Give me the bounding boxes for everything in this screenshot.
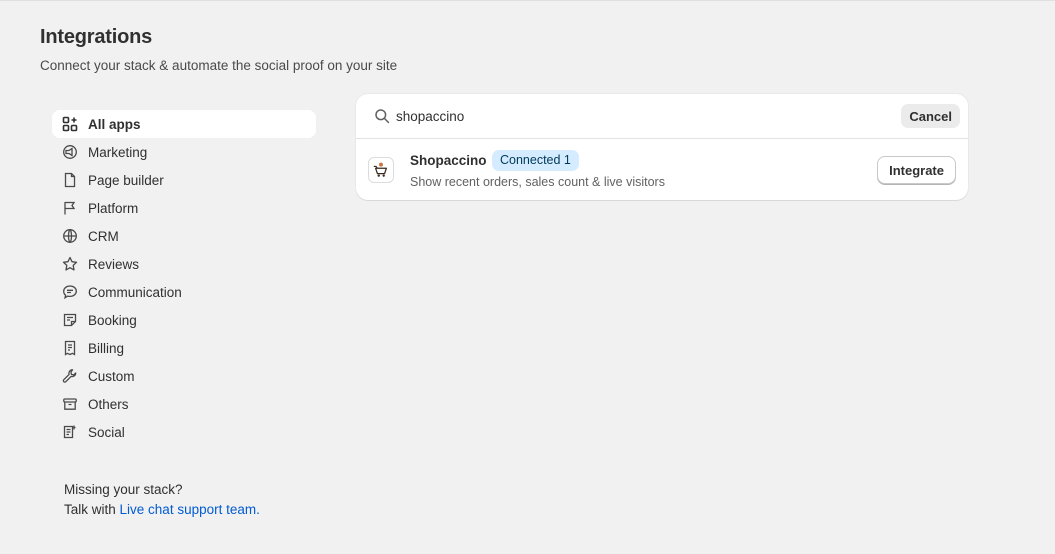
support-prefix: Talk with bbox=[64, 502, 120, 517]
sidebar-item-crm[interactable]: CRM bbox=[52, 222, 316, 250]
star-icon bbox=[62, 256, 78, 272]
sidebar-item-label: CRM bbox=[88, 228, 119, 244]
integrate-button[interactable]: Integrate bbox=[877, 156, 956, 184]
top-divider bbox=[0, 0, 1055, 1]
sidebar-item-page-builder[interactable]: Page builder bbox=[52, 166, 316, 194]
sidebar-item-custom[interactable]: Custom bbox=[52, 362, 316, 390]
sidebar-item-others[interactable]: Others bbox=[52, 390, 316, 418]
social-list-icon bbox=[62, 424, 78, 440]
shopaccino-logo bbox=[368, 157, 394, 183]
sidebar-item-label: Booking bbox=[88, 312, 137, 328]
category-sidebar: All apps Marketing Page builder Platform… bbox=[52, 110, 316, 446]
globe-icon bbox=[62, 228, 78, 244]
sidebar-item-billing[interactable]: Billing bbox=[52, 334, 316, 362]
search-results-panel: Cancel Shopaccino Connected 1 Show recen… bbox=[356, 94, 968, 200]
sidebar-item-label: Communication bbox=[88, 284, 182, 300]
sidebar-item-reviews[interactable]: Reviews bbox=[52, 250, 316, 278]
support-line: Talk with Live chat support team. bbox=[64, 500, 260, 520]
app-description: Show recent orders, sales count & live v… bbox=[410, 175, 665, 189]
page-title: Integrations bbox=[40, 26, 153, 48]
megaphone-icon bbox=[62, 144, 78, 160]
search-input[interactable] bbox=[396, 105, 886, 127]
sidebar-item-label: Platform bbox=[88, 200, 139, 216]
note-icon bbox=[62, 312, 78, 328]
sidebar-item-label: Reviews bbox=[88, 256, 140, 272]
app-name: Shopaccino bbox=[410, 153, 487, 168]
sidebar-item-label: Custom bbox=[88, 368, 135, 384]
sidebar-item-platform[interactable]: Platform bbox=[52, 194, 316, 222]
receipt-icon bbox=[62, 340, 78, 356]
sidebar-item-label: Billing bbox=[88, 340, 125, 356]
package-icon bbox=[62, 396, 78, 412]
search-icon bbox=[374, 108, 390, 124]
search-bar: Cancel bbox=[356, 94, 968, 139]
flag-icon bbox=[62, 200, 78, 216]
page-icon bbox=[62, 172, 78, 188]
wrench-icon bbox=[62, 368, 78, 384]
sidebar-item-marketing[interactable]: Marketing bbox=[52, 138, 316, 166]
missing-stack-note: Missing your stack? Talk with Live chat … bbox=[64, 480, 260, 520]
sidebar-item-communication[interactable]: Communication bbox=[52, 278, 316, 306]
chat-icon bbox=[62, 284, 78, 300]
page-header: Integrations Connect your stack & automa… bbox=[40, 26, 397, 73]
sidebar-item-label: Marketing bbox=[88, 144, 148, 160]
sidebar-item-label: All apps bbox=[88, 116, 141, 132]
sidebar-item-all-apps[interactable]: All apps bbox=[52, 110, 316, 138]
page-subtitle: Connect your stack & automate the social… bbox=[40, 58, 398, 73]
sidebar-item-social[interactable]: Social bbox=[52, 418, 316, 446]
missing-stack-text: Missing your stack? bbox=[64, 482, 183, 497]
apps-grid-icon bbox=[62, 116, 78, 132]
result-row: Shopaccino Connected 1 Show recent order… bbox=[356, 140, 968, 200]
status-badge: Connected 1 bbox=[492, 150, 579, 171]
live-chat-support-link[interactable]: Live chat support team. bbox=[120, 502, 260, 517]
sidebar-item-label: Page builder bbox=[88, 172, 164, 188]
sidebar-item-booking[interactable]: Booking bbox=[52, 306, 316, 334]
cancel-button[interactable]: Cancel bbox=[901, 104, 960, 128]
sidebar-item-label: Others bbox=[88, 396, 129, 412]
sidebar-item-label: Social bbox=[88, 424, 125, 440]
